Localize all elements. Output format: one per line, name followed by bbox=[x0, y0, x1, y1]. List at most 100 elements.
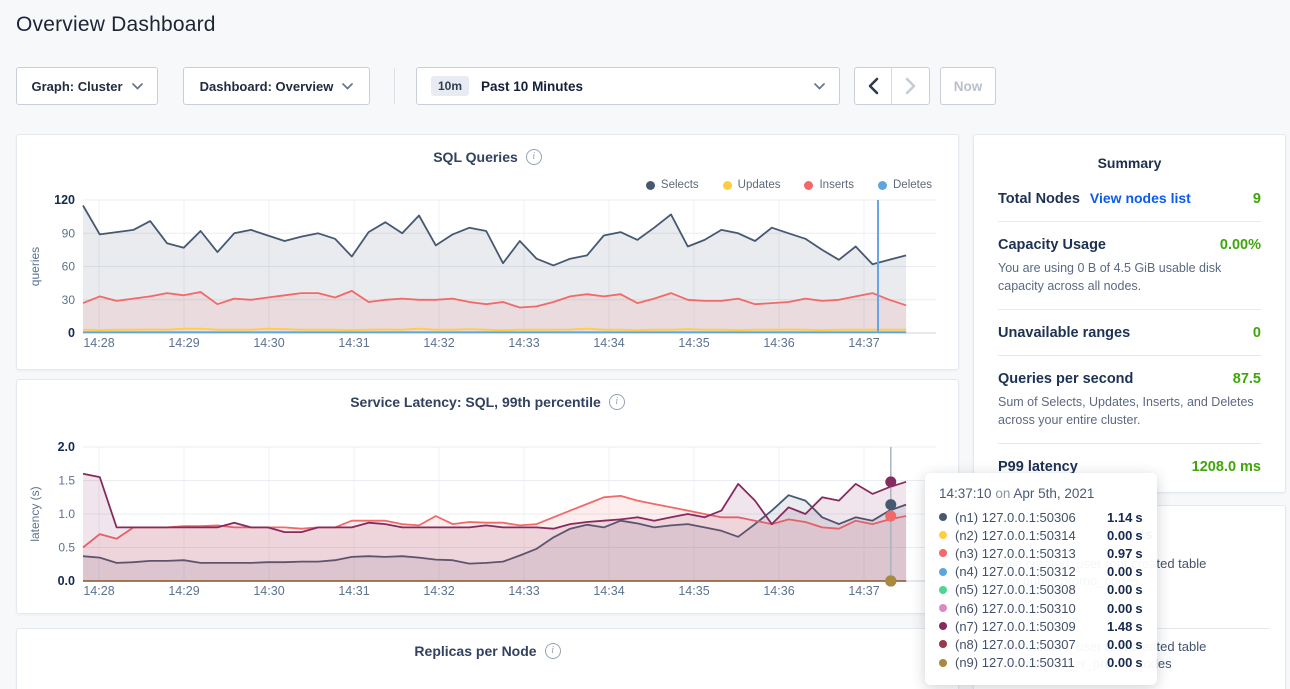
chevron-right-icon bbox=[905, 77, 917, 95]
node-series-dot-icon bbox=[939, 622, 947, 630]
replicas-per-node-chart-card: Replicas per Node i bbox=[16, 628, 959, 689]
svg-text:14:37: 14:37 bbox=[848, 336, 879, 350]
svg-text:60: 60 bbox=[62, 260, 76, 274]
info-icon[interactable]: i bbox=[545, 643, 561, 659]
svg-text:120: 120 bbox=[54, 193, 75, 207]
capacity-usage-description: You are using 0 B of 4.5 GiB usable disk… bbox=[998, 260, 1261, 295]
time-range-label: Past 10 Minutes bbox=[481, 79, 805, 94]
summary-row-qps: Queries per second 87.5 Sum of Selects, … bbox=[998, 356, 1261, 444]
graph-scope-dropdown[interactable]: Graph: Cluster bbox=[16, 67, 158, 105]
tooltip-node-row: (n7) 127.0.0.1:503091.48s bbox=[939, 617, 1143, 635]
view-nodes-list-link[interactable]: View nodes list bbox=[1090, 190, 1191, 206]
tooltip-node-row: (n4) 127.0.0.1:503120.00s bbox=[939, 563, 1143, 581]
qps-description: Sum of Selects, Updates, Inserts, and De… bbox=[998, 394, 1261, 429]
total-nodes-label: Total Nodes bbox=[998, 191, 1080, 207]
node-address: (n3) 127.0.0.1:50313 bbox=[955, 546, 1107, 561]
page-title: Overview Dashboard bbox=[16, 13, 216, 37]
tooltip-node-rows: (n1) 127.0.0.1:503061.14s(n2) 127.0.0.1:… bbox=[939, 508, 1143, 672]
replicas-chart-title: Replicas per Node bbox=[414, 643, 536, 659]
svg-text:14:34: 14:34 bbox=[593, 336, 624, 350]
graph-scope-label: Graph: Cluster bbox=[31, 79, 122, 94]
svg-text:2.0: 2.0 bbox=[58, 440, 75, 454]
svg-text:30: 30 bbox=[62, 293, 76, 307]
summary-panel: Summary Total Nodes View nodes list 9 Ca… bbox=[973, 134, 1286, 493]
node-address: (n8) 127.0.0.1:50307 bbox=[955, 637, 1107, 652]
summary-row-total-nodes: Total Nodes View nodes list 9 bbox=[998, 175, 1261, 222]
service-latency-plot[interactable]: 0.00.51.01.52.014:2814:2914:3014:3114:32… bbox=[17, 380, 958, 613]
svg-text:14:37: 14:37 bbox=[848, 584, 879, 598]
capacity-usage-value: 0.00% bbox=[1220, 237, 1261, 253]
now-button[interactable]: Now bbox=[940, 67, 996, 105]
prev-range-button[interactable] bbox=[855, 68, 892, 104]
svg-text:14:29: 14:29 bbox=[168, 584, 199, 598]
svg-text:1.0: 1.0 bbox=[58, 507, 75, 521]
tooltip-node-row: (n9) 127.0.0.1:503110.00s bbox=[939, 654, 1143, 672]
node-latency-value: 0.00s bbox=[1107, 582, 1143, 597]
svg-text:queries: queries bbox=[28, 247, 42, 286]
unavailable-ranges-value: 0 bbox=[1253, 325, 1261, 341]
sql-queries-chart-card: SQL Queries i Selects Updates Inserts De… bbox=[16, 134, 959, 370]
node-latency-value: 1.48s bbox=[1107, 619, 1143, 634]
svg-text:14:28: 14:28 bbox=[83, 584, 114, 598]
svg-text:14:31: 14:31 bbox=[338, 584, 369, 598]
node-series-dot-icon bbox=[939, 640, 947, 648]
dashboard-dropdown[interactable]: Dashboard: Overview bbox=[183, 67, 370, 105]
sql-queries-plot[interactable]: 030609012014:2814:2914:3014:3114:3214:33… bbox=[17, 135, 958, 369]
time-range-pager bbox=[854, 67, 930, 105]
chevron-left-icon bbox=[867, 77, 879, 95]
time-range-dropdown[interactable]: 10m Past 10 Minutes bbox=[416, 67, 840, 105]
svg-text:0.5: 0.5 bbox=[58, 541, 75, 555]
node-series-dot-icon bbox=[939, 659, 947, 667]
node-series-dot-icon bbox=[939, 604, 947, 612]
controls-divider bbox=[394, 68, 395, 104]
svg-text:14:33: 14:33 bbox=[508, 336, 539, 350]
chart-hover-tooltip: 14:37:10 on Apr 5th, 2021 (n1) 127.0.0.1… bbox=[925, 473, 1157, 685]
node-latency-value: 1.14s bbox=[1107, 510, 1143, 525]
p99-latency-value: 1208.0 ms bbox=[1192, 459, 1261, 475]
tooltip-node-row: (n1) 127.0.0.1:503061.14s bbox=[939, 508, 1143, 526]
svg-text:0: 0 bbox=[68, 326, 75, 340]
node-latency-value: 0.00s bbox=[1107, 564, 1143, 579]
tooltip-node-row: (n8) 127.0.0.1:503070.00s bbox=[939, 635, 1143, 653]
node-address: (n2) 127.0.0.1:50314 bbox=[955, 528, 1107, 543]
node-latency-value: 0.00s bbox=[1107, 528, 1143, 543]
svg-text:14:31: 14:31 bbox=[338, 336, 369, 350]
svg-text:14:36: 14:36 bbox=[763, 336, 794, 350]
qps-value: 87.5 bbox=[1233, 371, 1261, 387]
svg-text:14:34: 14:34 bbox=[593, 584, 624, 598]
node-latency-value: 0.00s bbox=[1107, 655, 1143, 670]
svg-text:14:36: 14:36 bbox=[763, 584, 794, 598]
node-address: (n5) 127.0.0.1:50308 bbox=[955, 582, 1107, 597]
svg-text:14:35: 14:35 bbox=[678, 584, 709, 598]
svg-text:14:30: 14:30 bbox=[253, 584, 284, 598]
node-latency-value: 0.00s bbox=[1107, 637, 1143, 652]
node-address: (n4) 127.0.0.1:50312 bbox=[955, 564, 1107, 579]
chevron-down-icon bbox=[132, 83, 143, 90]
svg-text:14:30: 14:30 bbox=[253, 336, 284, 350]
tooltip-node-row: (n5) 127.0.0.1:503080.00s bbox=[939, 581, 1143, 599]
total-nodes-value: 9 bbox=[1253, 191, 1261, 207]
node-address: (n9) 127.0.0.1:50311 bbox=[955, 655, 1107, 670]
svg-text:1.5: 1.5 bbox=[58, 474, 75, 488]
node-series-dot-icon bbox=[939, 549, 947, 557]
node-latency-value: 0.97s bbox=[1107, 546, 1143, 561]
time-range-badge: 10m bbox=[431, 76, 469, 96]
svg-text:14:28: 14:28 bbox=[83, 336, 114, 350]
svg-text:14:29: 14:29 bbox=[168, 336, 199, 350]
svg-text:14:35: 14:35 bbox=[678, 336, 709, 350]
capacity-usage-label: Capacity Usage bbox=[998, 237, 1106, 253]
next-range-button[interactable] bbox=[892, 68, 929, 104]
svg-text:0.0: 0.0 bbox=[58, 574, 75, 588]
unavailable-ranges-label: Unavailable ranges bbox=[998, 325, 1130, 341]
svg-text:90: 90 bbox=[62, 226, 76, 240]
node-series-dot-icon bbox=[939, 531, 947, 539]
summary-row-capacity: Capacity Usage 0.00% You are using 0 B o… bbox=[998, 222, 1261, 310]
node-address: (n7) 127.0.0.1:50309 bbox=[955, 619, 1107, 634]
dashboard-label: Dashboard: Overview bbox=[200, 79, 334, 94]
qps-label: Queries per second bbox=[998, 371, 1133, 387]
svg-text:14:33: 14:33 bbox=[508, 584, 539, 598]
node-series-dot-icon bbox=[939, 568, 947, 576]
summary-heading: Summary bbox=[998, 155, 1261, 171]
chevron-down-icon bbox=[342, 83, 353, 90]
tooltip-node-row: (n2) 127.0.0.1:503140.00s bbox=[939, 526, 1143, 544]
